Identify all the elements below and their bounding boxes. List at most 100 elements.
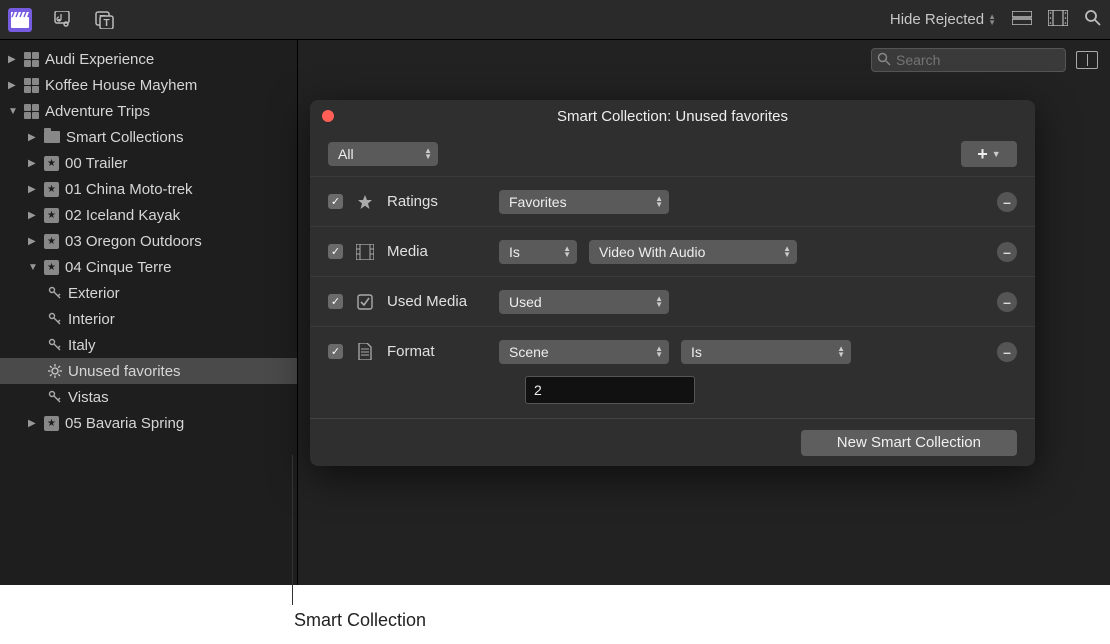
- keyword-item[interactable]: Italy: [0, 332, 297, 358]
- popup-value: Is: [691, 344, 702, 360]
- item-label: Exterior: [68, 285, 120, 302]
- match-popup[interactable]: All ▲▼: [328, 142, 438, 166]
- folder-icon: [44, 131, 60, 143]
- used-media-popup[interactable]: Used ▲▼: [499, 290, 669, 314]
- media-op-popup[interactable]: Is▲▼: [499, 240, 577, 264]
- disclosure-closed-icon[interactable]: ▶: [28, 132, 38, 143]
- rule-label: Media: [387, 243, 487, 260]
- format-field-popup[interactable]: Scene ▲▼: [499, 340, 669, 364]
- format-op-popup[interactable]: Is▲▼: [681, 340, 851, 364]
- key-icon: [48, 338, 62, 352]
- sidebar: ▶ Audi Experience ▶ Koffee House Mayhem ▼A…: [0, 40, 298, 585]
- gear-icon: [48, 364, 62, 378]
- dialog-titlebar: Smart Collection: Unused favorites: [310, 100, 1035, 132]
- disclosure-open-icon[interactable]: ▼: [8, 106, 18, 117]
- remove-rule-button[interactable]: –: [997, 192, 1017, 212]
- event-icon: ★: [44, 234, 59, 249]
- item-label: Unused favorites: [68, 363, 181, 380]
- library-icon: [24, 104, 39, 119]
- item-label: Audi Experience: [45, 51, 154, 68]
- item-label: Smart Collections: [66, 129, 184, 146]
- media-type-popup[interactable]: Video With Audio ▲▼: [589, 240, 797, 264]
- disclosure-closed-icon[interactable]: ▶: [28, 236, 38, 247]
- event-item[interactable]: ▶★01 China Moto-trek: [0, 176, 297, 202]
- keyword-item[interactable]: Exterior: [0, 280, 297, 306]
- filmstrip-icon[interactable]: [1048, 10, 1068, 30]
- rule-row-ratings: ✓ Ratings Favorites▲▼ –: [310, 176, 1035, 226]
- updown-icon: ▲▼: [783, 246, 791, 258]
- library-item[interactable]: ▶ Audi Experience: [0, 46, 297, 72]
- key-icon: [48, 312, 62, 326]
- dialog-title: Smart Collection: Unused favorites: [557, 108, 788, 125]
- keyword-item[interactable]: Interior: [0, 306, 297, 332]
- app-window: TT Hide Rejected ▲▼ ▶ Audi Experience ▶ Ko…: [0, 0, 1110, 585]
- new-smart-collection-button[interactable]: New Smart Collection: [801, 430, 1017, 456]
- updown-icon: ▲▼: [655, 296, 663, 308]
- star-icon: [355, 194, 375, 210]
- remove-rule-button[interactable]: –: [997, 242, 1017, 262]
- event-item[interactable]: ▶★03 Oregon Outdoors: [0, 228, 297, 254]
- item-label: Koffee House Mayhem: [45, 77, 197, 94]
- folder-item[interactable]: ▶ Smart Collections: [0, 124, 297, 150]
- item-label: 05 Bavaria Spring: [65, 415, 184, 432]
- event-icon: ★: [44, 156, 59, 171]
- close-button[interactable]: [322, 110, 334, 122]
- callout-label: Smart Collection: [294, 610, 426, 631]
- disclosure-closed-icon[interactable]: ▶: [8, 54, 18, 65]
- rule-row-format: ✓ Format Scene▲▼ Is▲▼ –: [310, 326, 1035, 376]
- clapperboard-tab[interactable]: [8, 8, 32, 32]
- rule-row-media: ✓ Media Is▲▼ Video With Audio ▲▼ –: [310, 226, 1035, 276]
- photos-music-tab[interactable]: [50, 8, 74, 32]
- popup-value: Used: [509, 294, 542, 310]
- event-icon: ★: [44, 260, 59, 275]
- filter-menu[interactable]: Hide Rejected ▲▼: [890, 11, 996, 28]
- updown-icon: ▲▼: [655, 346, 663, 358]
- popup-value: Is: [509, 244, 520, 260]
- disclosure-closed-icon[interactable]: ▶: [8, 80, 18, 91]
- smart-collection-item[interactable]: Unused favorites: [0, 358, 297, 384]
- popup-value: All: [338, 146, 354, 162]
- checkbox-icon: [355, 294, 375, 310]
- event-item[interactable]: ▶★00 Trailer: [0, 150, 297, 176]
- event-item[interactable]: ▶★05 Bavaria Spring: [0, 410, 297, 436]
- rule-checkbox[interactable]: ✓: [328, 244, 343, 259]
- filmstrip-icon: [355, 244, 375, 260]
- rule-checkbox[interactable]: ✓: [328, 194, 343, 209]
- panel-toggle-icon[interactable]: [1076, 51, 1098, 69]
- event-item[interactable]: ▼ ★ 04 Cinque Terre: [0, 254, 297, 280]
- popup-value: Video With Audio: [599, 244, 705, 260]
- disclosure-closed-icon[interactable]: ▶: [28, 184, 38, 195]
- item-label: 04 Cinque Terre: [65, 259, 171, 276]
- remove-rule-button[interactable]: –: [997, 292, 1017, 312]
- disclosure-closed-icon[interactable]: ▶: [28, 158, 38, 169]
- document-icon: [355, 343, 375, 360]
- library-item[interactable]: ▼Adventure Trips: [0, 98, 297, 124]
- add-rule-button[interactable]: +▼: [961, 141, 1017, 167]
- library-item[interactable]: ▶ Koffee House Mayhem: [0, 72, 297, 98]
- event-item[interactable]: ▶★02 Iceland Kayak: [0, 202, 297, 228]
- filter-label: Hide Rejected: [890, 11, 984, 28]
- library-icon: [24, 78, 39, 93]
- ratings-value-popup[interactable]: Favorites▲▼: [499, 190, 669, 214]
- disclosure-open-icon[interactable]: ▼: [28, 262, 38, 273]
- magnify-icon: [877, 52, 891, 69]
- format-value-input[interactable]: [525, 376, 695, 404]
- disclosure-closed-icon[interactable]: ▶: [28, 210, 38, 221]
- popup-value: Favorites: [509, 194, 567, 210]
- callout-line: [292, 455, 293, 605]
- updown-icon: ▲▼: [424, 148, 432, 160]
- rule-checkbox[interactable]: ✓: [328, 294, 343, 309]
- search-input[interactable]: [871, 48, 1066, 72]
- search-toggle-icon[interactable]: [1084, 9, 1102, 31]
- titles-tab[interactable]: TT: [92, 8, 116, 32]
- toolbar: TT Hide Rejected ▲▼: [0, 0, 1110, 40]
- disclosure-closed-icon[interactable]: ▶: [28, 418, 38, 429]
- rule-label: Used Media: [387, 293, 487, 310]
- rule-checkbox[interactable]: ✓: [328, 344, 343, 359]
- remove-rule-button[interactable]: –: [997, 342, 1017, 362]
- keyword-item[interactable]: Vistas: [0, 384, 297, 410]
- popup-value: Scene: [509, 344, 549, 360]
- clip-view-icon[interactable]: [1012, 11, 1032, 29]
- item-label: Interior: [68, 311, 115, 328]
- item-label: 02 Iceland Kayak: [65, 207, 180, 224]
